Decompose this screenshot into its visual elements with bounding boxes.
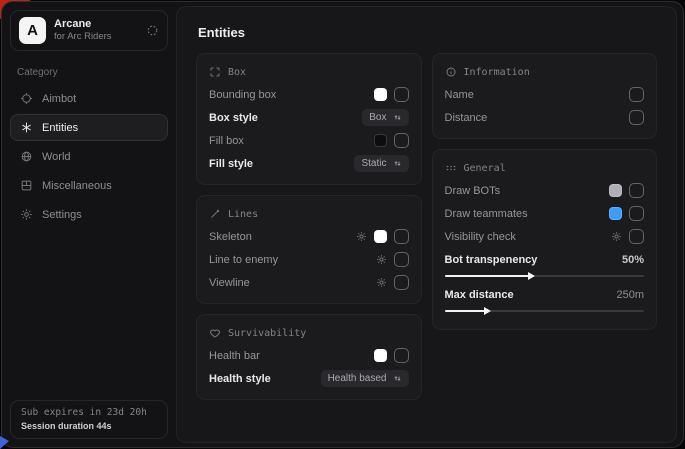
max-distance-value: 250m bbox=[616, 289, 644, 301]
line-pencil-icon bbox=[209, 208, 221, 220]
color-swatch[interactable] bbox=[374, 349, 387, 362]
info-icon bbox=[445, 66, 457, 78]
section-title: Lines bbox=[228, 209, 258, 220]
app-title: Arcane bbox=[54, 18, 138, 32]
skeleton-checkbox[interactable] bbox=[394, 229, 409, 244]
distance-checkbox[interactable] bbox=[629, 110, 644, 125]
app-window: A Arcane for Arc Riders Category Aimbot … bbox=[1, 1, 684, 448]
crosshair-icon bbox=[20, 92, 33, 105]
color-swatch[interactable] bbox=[374, 230, 387, 243]
setting-row-box-style: Box style Box bbox=[209, 106, 409, 129]
entities-icon bbox=[20, 121, 33, 134]
sidebar-item-miscellaneous[interactable]: Miscellaneous bbox=[10, 172, 168, 199]
setting-row-visibility-check: Visibility check bbox=[445, 225, 645, 248]
sidebar: A Arcane for Arc Riders Category Aimbot … bbox=[2, 2, 176, 447]
bot-transparency-setting: Bot transpenency 50% bbox=[445, 250, 645, 281]
slider-handle[interactable] bbox=[484, 307, 491, 315]
setting-row-distance: Distance bbox=[445, 106, 645, 129]
setting-row-health-bar: Health bar bbox=[209, 344, 409, 367]
session-duration-text: Session duration 44s bbox=[21, 421, 157, 431]
row-gear-icon[interactable] bbox=[356, 231, 367, 242]
sidebar-item-label: Miscellaneous bbox=[42, 180, 112, 192]
max-distance-slider[interactable] bbox=[445, 306, 645, 316]
bounding-box-checkbox[interactable] bbox=[394, 87, 409, 102]
setting-row-fill-box: Fill box bbox=[209, 129, 409, 152]
page-title: Entities bbox=[198, 25, 655, 40]
draw-bots-checkbox[interactable] bbox=[629, 183, 644, 198]
mouse-cursor bbox=[0, 436, 9, 449]
sidebar-item-settings[interactable]: Settings bbox=[10, 201, 168, 228]
app-logo: A bbox=[19, 17, 46, 44]
grid-dots-icon bbox=[445, 162, 457, 174]
color-swatch[interactable] bbox=[609, 184, 622, 197]
box-section: Box Bounding box Box style Box bbox=[196, 53, 422, 185]
draw-teammates-checkbox[interactable] bbox=[629, 206, 644, 221]
row-gear-icon[interactable] bbox=[376, 277, 387, 288]
setting-row-draw-bots: Draw BOTs bbox=[445, 179, 645, 202]
sidebar-item-label: Settings bbox=[42, 209, 82, 221]
sidebar-item-world[interactable]: World bbox=[10, 143, 168, 170]
bot-transparency-slider[interactable] bbox=[445, 271, 645, 281]
category-label: Category bbox=[17, 67, 161, 78]
globe-icon bbox=[20, 150, 33, 163]
section-title: Information bbox=[464, 67, 530, 78]
updown-arrows-icon bbox=[393, 113, 402, 122]
sync-icon[interactable] bbox=[146, 24, 159, 37]
section-title: General bbox=[464, 163, 506, 174]
app-subtitle: for Arc Riders bbox=[54, 31, 138, 43]
color-swatch[interactable] bbox=[374, 88, 387, 101]
setting-row-name: Name bbox=[445, 83, 645, 106]
setting-row-fill-style: Fill style Static bbox=[209, 152, 409, 175]
sidebar-item-entities[interactable]: Entities bbox=[10, 114, 168, 141]
setting-row-bounding-box: Bounding box bbox=[209, 83, 409, 106]
row-gear-icon[interactable] bbox=[611, 231, 622, 242]
line-to-enemy-checkbox[interactable] bbox=[394, 252, 409, 267]
information-section: Information Name Distance bbox=[432, 53, 658, 139]
gear-icon bbox=[20, 208, 33, 221]
color-swatch[interactable] bbox=[609, 207, 622, 220]
sub-expiry-text: Sub expires in 23d 20h bbox=[21, 407, 157, 418]
row-gear-icon[interactable] bbox=[376, 254, 387, 265]
setting-row-skeleton: Skeleton bbox=[209, 225, 409, 248]
layout-grid-icon bbox=[20, 179, 33, 192]
bot-transparency-value: 50% bbox=[622, 254, 644, 266]
setting-row-line-to-enemy: Line to enemy bbox=[209, 248, 409, 271]
heart-icon bbox=[209, 327, 221, 339]
sidebar-item-label: World bbox=[42, 151, 71, 163]
section-title: Box bbox=[228, 67, 246, 78]
scan-brackets-icon bbox=[209, 66, 221, 78]
main-panel: Entities Box Bounding box bbox=[176, 6, 677, 443]
health-style-dropdown[interactable]: Health based bbox=[321, 370, 409, 387]
fill-box-checkbox[interactable] bbox=[394, 133, 409, 148]
lines-section: Lines Skeleton Line to enemy bbox=[196, 195, 422, 304]
visibility-check-checkbox[interactable] bbox=[629, 229, 644, 244]
box-style-dropdown[interactable]: Box bbox=[362, 109, 408, 126]
setting-row-viewline: Viewline bbox=[209, 271, 409, 294]
max-distance-setting: Max distance 250m bbox=[445, 285, 645, 316]
viewline-checkbox[interactable] bbox=[394, 275, 409, 290]
general-section: General Draw BOTs Draw teammates bbox=[432, 149, 658, 330]
sidebar-header: A Arcane for Arc Riders bbox=[10, 10, 168, 51]
survivability-section: Survivability Health bar Health style He… bbox=[196, 314, 422, 400]
health-bar-checkbox[interactable] bbox=[394, 348, 409, 363]
color-swatch[interactable] bbox=[374, 134, 387, 147]
updown-arrows-icon bbox=[393, 374, 402, 383]
setting-row-draw-teammates: Draw teammates bbox=[445, 202, 645, 225]
sidebar-item-aimbot[interactable]: Aimbot bbox=[10, 85, 168, 112]
fill-style-dropdown[interactable]: Static bbox=[354, 155, 408, 172]
sidebar-item-label: Entities bbox=[42, 122, 78, 134]
sidebar-item-label: Aimbot bbox=[42, 93, 76, 105]
subscription-status: Sub expires in 23d 20h Session duration … bbox=[10, 400, 168, 439]
section-title: Survivability bbox=[228, 328, 306, 339]
setting-row-health-style: Health style Health based bbox=[209, 367, 409, 390]
updown-arrows-icon bbox=[393, 159, 402, 168]
name-checkbox[interactable] bbox=[629, 87, 644, 102]
slider-handle[interactable] bbox=[528, 272, 535, 280]
